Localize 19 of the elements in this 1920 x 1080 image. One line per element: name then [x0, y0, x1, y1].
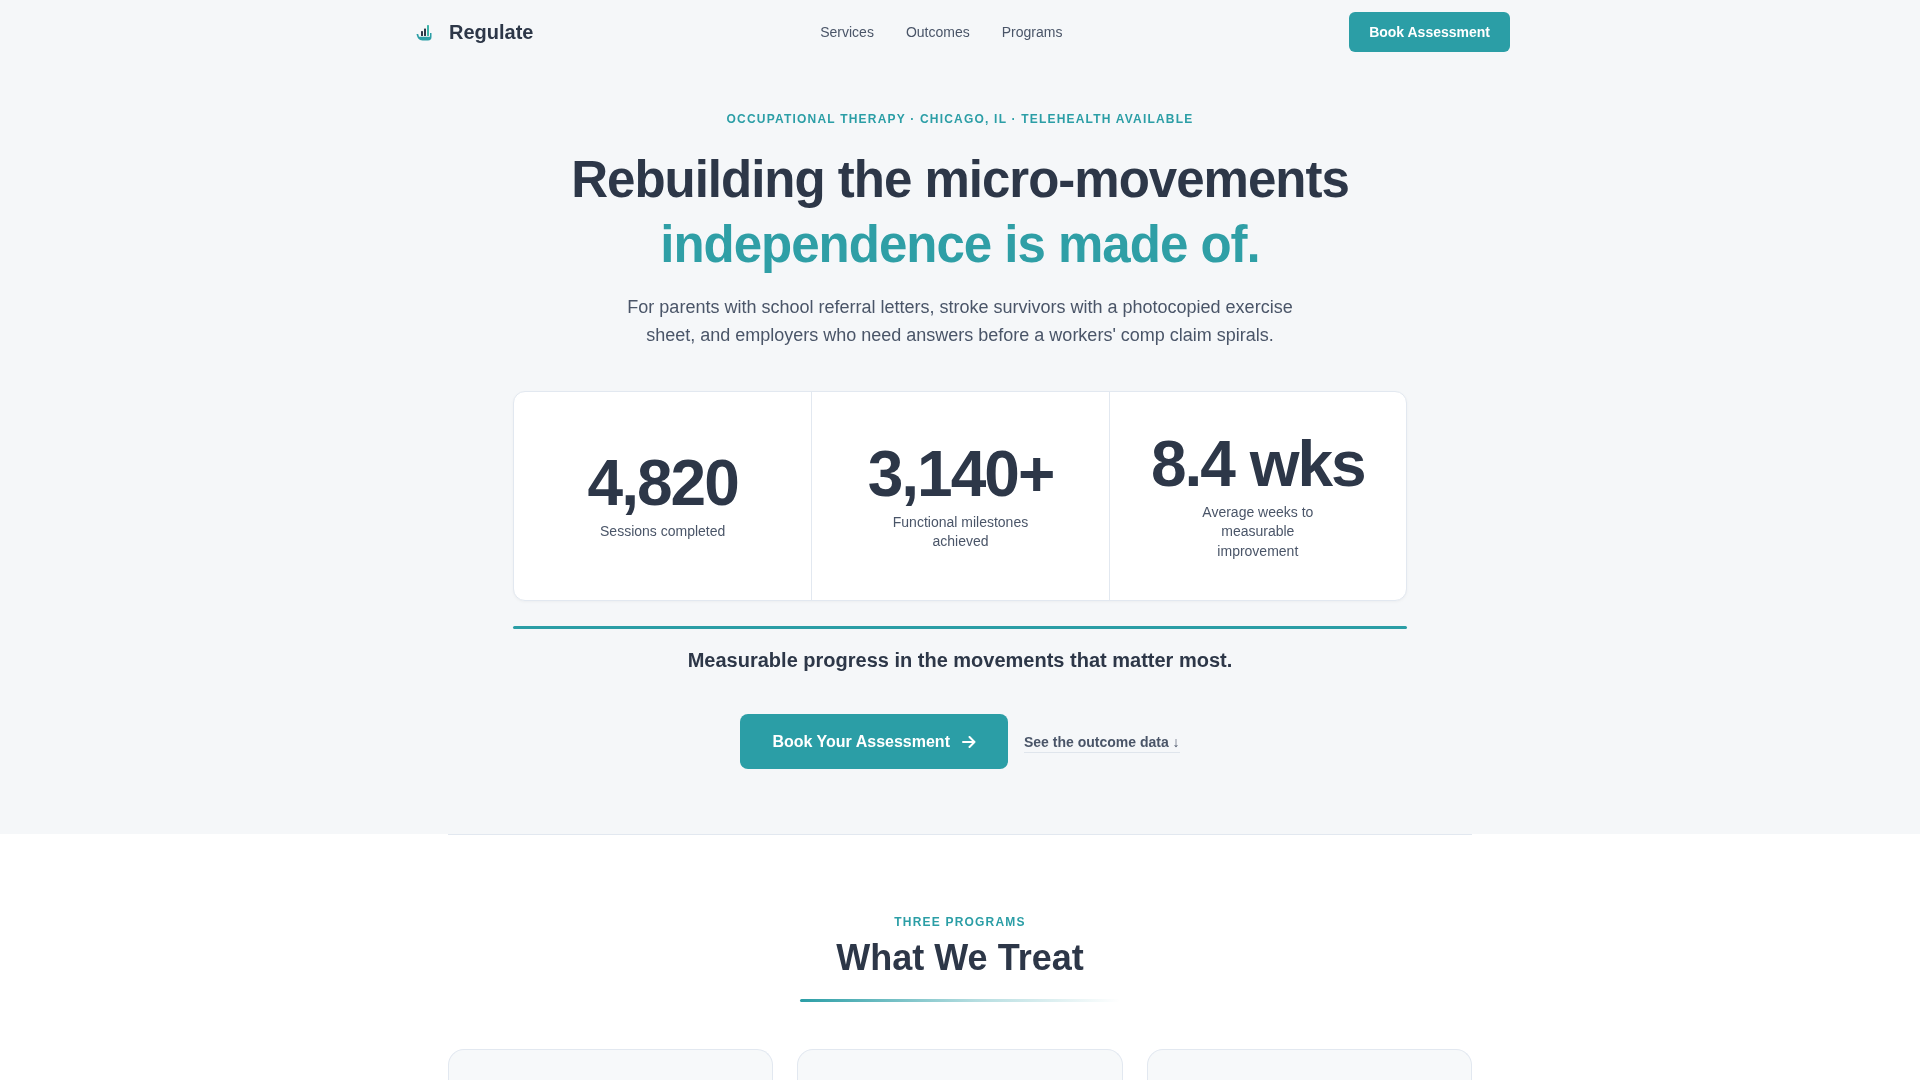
outcome-data-link[interactable]: See the outcome data ↓ [1023, 734, 1180, 753]
brand-name: Regulate [449, 20, 534, 44]
hero-intro: For parents with school referral letters, stroke survivors with a photocopied exercise sheet, and employers who need answers before a workers' comp claim spirals. [626, 296, 1294, 347]
nav-link[interactable]: Outcomes [905, 24, 970, 40]
stat-value: 8.4 wks [1150, 430, 1365, 497]
stat-label: Average weeks to measurable improvement [1201, 502, 1315, 561]
bar-chart-icon [416, 23, 432, 41]
arrow-right-icon [961, 735, 976, 748]
hero-heading: Rebuilding the micro-movements independence is made of. [571, 150, 1349, 275]
stat-value: 4,820 [587, 450, 738, 517]
stat-label: Sessions completed [600, 522, 726, 542]
stat-label: Functional milestones achieved [891, 512, 1030, 551]
section-heading: What We Treat [836, 936, 1084, 980]
nav-link[interactable]: Services [820, 24, 874, 40]
hero-eyebrow: OCCUPATIONAL THERAPY · CHICAGO, IL · TELEHEALTH AVAILABLE [726, 111, 1194, 127]
section-eyebrow: THREE PROGRAMS [894, 914, 1026, 930]
nav-link[interactable]: Programs [1001, 24, 1063, 40]
stat-value: 3,140+ [867, 440, 1054, 507]
tagline: Measurable progress in the movements that matter most. [687, 648, 1233, 673]
